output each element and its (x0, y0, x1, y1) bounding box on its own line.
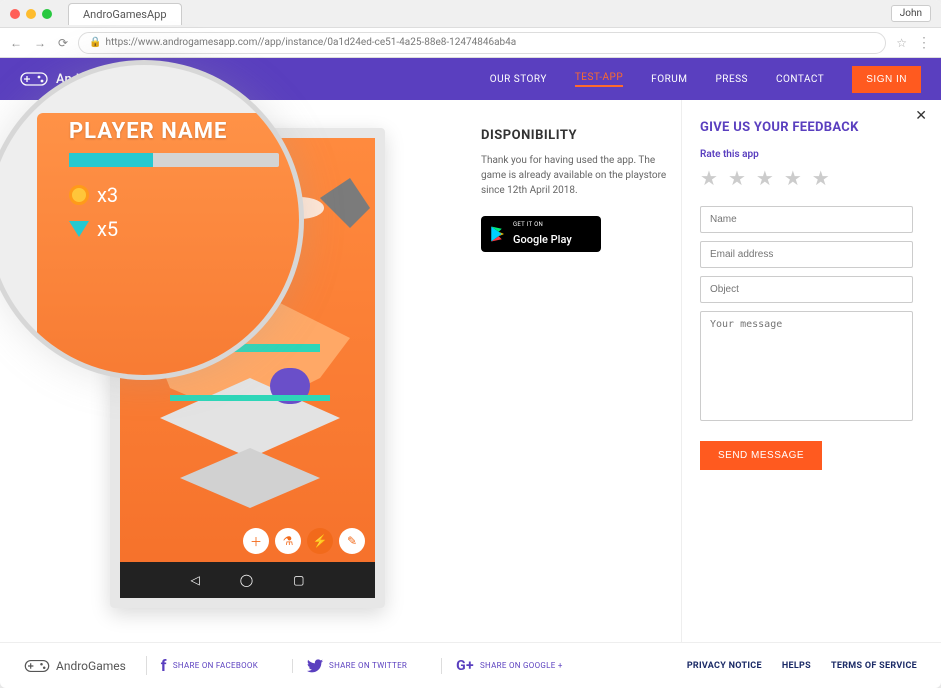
feedback-column: ✕ GIVE US YOUR FEEDBACK Rate this app ★ … (681, 100, 941, 642)
game-action-bar: ＋ ⚗ ⚡ ✎ (243, 528, 365, 554)
signin-button[interactable]: SIGN IN (852, 66, 921, 93)
nav-test-app[interactable]: TEST-APP (575, 72, 623, 87)
nav-press[interactable]: PRESS (715, 74, 748, 85)
star-icon[interactable]: ★ (700, 166, 718, 190)
helps-link[interactable]: HELPS (782, 661, 811, 671)
back-button[interactable]: ← (10, 36, 22, 50)
window-controls[interactable] (10, 9, 52, 19)
name-field[interactable] (700, 206, 913, 233)
footer-links: PRIVACY NOTICE HELPS TERMS OF SERVICE (687, 661, 917, 671)
google-play-icon (489, 225, 507, 243)
minimize-window-button[interactable] (26, 9, 36, 19)
browser-tab[interactable]: AndroGamesApp (68, 3, 182, 25)
share-tw-label: SHARE ON TWITTER (329, 661, 407, 670)
bookmark-icon[interactable]: ☆ (896, 36, 907, 50)
star-icon[interactable]: ★ (784, 166, 802, 190)
googleplus-icon: G+ (456, 658, 474, 674)
share-googleplus[interactable]: G+ SHARE ON GOOGLE + (441, 658, 577, 674)
url-text: https://www.androgamesapp.com//app/insta… (106, 37, 517, 48)
privacy-notice-link[interactable]: PRIVACY NOTICE (687, 661, 762, 671)
close-icon[interactable]: ✕ (915, 108, 927, 124)
chrome-tab-strip: AndroGamesApp John (0, 0, 941, 28)
bottle-icon[interactable]: ⚗ (275, 528, 301, 554)
magnifier-lens: PLAYER NAME x3 x5 (0, 60, 304, 380)
gplay-label: Google Play (513, 233, 572, 246)
reload-button[interactable]: ⟳ (58, 36, 68, 50)
message-field[interactable] (700, 311, 913, 421)
close-window-button[interactable] (10, 9, 20, 19)
gamepad-icon (20, 69, 48, 89)
forward-button[interactable]: → (34, 36, 46, 50)
facebook-icon: f (161, 656, 167, 675)
gamepad-icon (24, 657, 50, 675)
disponibility-title: DISPONIBILITY (481, 128, 669, 143)
plus-icon[interactable]: ＋ (243, 528, 269, 554)
nav-contact[interactable]: CONTACT (776, 74, 824, 85)
main-nav: OUR STORY TEST-APP FORUM PRESS CONTACT S… (490, 66, 921, 93)
profile-chip[interactable]: John (891, 5, 931, 22)
android-nav-bar: ◁ ◯ ▢ (120, 562, 375, 598)
footer-brand-label: AndroGames (56, 659, 126, 673)
star-icon[interactable]: ★ (812, 166, 830, 190)
android-back-icon[interactable]: ◁ (190, 573, 199, 587)
coin-counter: x3 (69, 183, 118, 207)
coin-icon (69, 185, 89, 205)
star-icon[interactable]: ★ (756, 166, 774, 190)
main-content: ＋ ⚗ ⚡ ✎ ◁ ◯ ▢ PLAYER NAME (0, 100, 941, 642)
email-field[interactable] (700, 241, 913, 268)
browser-window: AndroGamesApp John ← → ⟳ 🔒 https://www.a… (0, 0, 941, 688)
star-icon[interactable]: ★ (728, 166, 746, 190)
feedback-title: GIVE US YOUR FEEDBACK (700, 120, 913, 135)
twitter-icon (307, 659, 323, 673)
player-name-label: PLAYER NAME (69, 119, 227, 144)
share-gp-label: SHARE ON GOOGLE + (480, 661, 563, 670)
lock-icon: 🔒 (89, 37, 101, 48)
progress-bar-fill (69, 153, 153, 167)
object-field[interactable] (700, 276, 913, 303)
android-home-icon[interactable]: ◯ (240, 573, 253, 587)
share-fb-label: SHARE ON FACEBOOK (173, 661, 258, 670)
coin-count: x3 (97, 183, 118, 207)
gem-counter: x5 (69, 217, 118, 241)
bolt-icon[interactable]: ⚡ (307, 528, 333, 554)
google-play-button[interactable]: GET IT ON Google Play (481, 216, 601, 252)
send-message-button[interactable]: SEND MESSAGE (700, 441, 822, 470)
gplay-overline: GET IT ON (513, 222, 572, 228)
share-facebook[interactable]: f SHARE ON FACEBOOK (146, 656, 272, 675)
progress-bar (69, 153, 279, 167)
address-bar[interactable]: 🔒 https://www.androgamesapp.com//app/ins… (78, 32, 886, 54)
nav-our-story[interactable]: OUR STORY (490, 74, 547, 85)
gem-count: x5 (97, 217, 118, 241)
rate-label: Rate this app (700, 149, 913, 160)
disponibility-body: Thank you for having used the app. The g… (481, 153, 669, 198)
brush-icon[interactable]: ✎ (339, 528, 365, 554)
share-twitter[interactable]: SHARE ON TWITTER (292, 659, 421, 673)
disponibility-column: DISPONIBILITY Thank you for having used … (481, 100, 681, 642)
chrome-url-bar: ← → ⟳ 🔒 https://www.androgamesapp.com//a… (0, 28, 941, 58)
footer: AndroGames f SHARE ON FACEBOOK SHARE ON … (0, 642, 941, 688)
android-recents-icon[interactable]: ▢ (293, 573, 304, 587)
footer-brand[interactable]: AndroGames (24, 657, 126, 675)
rating-stars: ★ ★ ★ ★ ★ (700, 166, 913, 190)
maximize-window-button[interactable] (42, 9, 52, 19)
nav-forum[interactable]: FORUM (651, 74, 687, 85)
gem-icon (69, 221, 89, 237)
game-preview-column: ＋ ⚗ ⚡ ✎ ◁ ◯ ▢ PLAYER NAME (0, 100, 481, 642)
terms-link[interactable]: TERMS OF SERVICE (831, 661, 917, 671)
